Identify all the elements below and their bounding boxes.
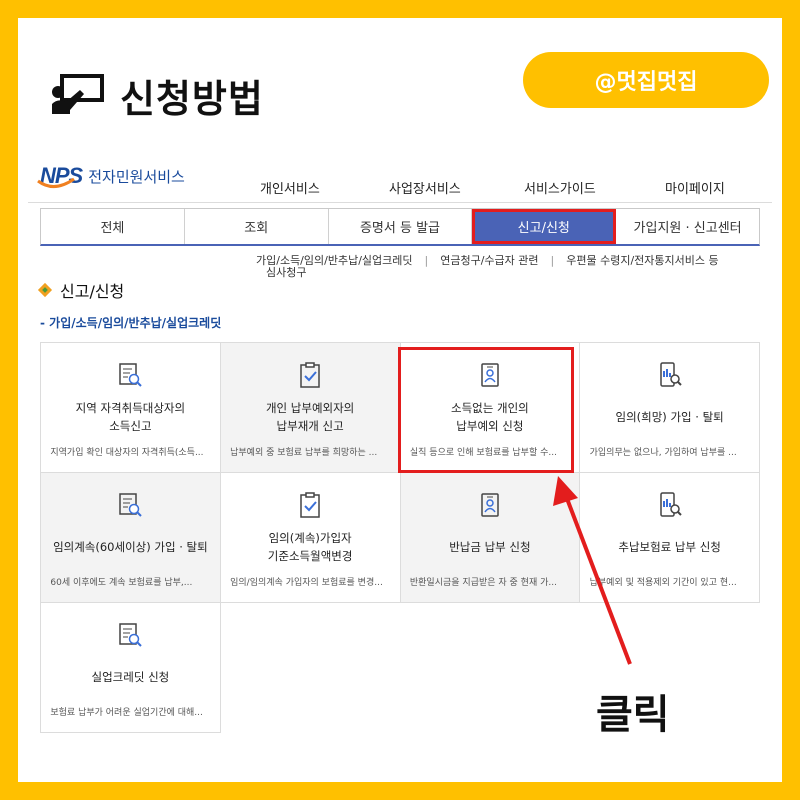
- service-card[interactable]: 소득없는 개인의 납부예외 신청실직 등으로 인해 보험료를 납부할 수...: [400, 343, 581, 473]
- tab-support-center[interactable]: 가입지원 · 신고센터: [616, 209, 759, 244]
- card-title: 반납금 납부 신청: [449, 540, 531, 554]
- card-title: 임의계속(60세이상) 가입 · 탈퇴: [53, 540, 208, 554]
- main-nav: 개인서비스 사업장서비스 서비스가이드 마이페이지: [18, 178, 782, 198]
- subnav-item-pension[interactable]: 연금청구/수급자 관련: [440, 254, 538, 267]
- grid-row: 지역 자격취득대상자의 소득신고 지역가입 확인 대상자의 자격취득(소득... 개…: [41, 343, 760, 473]
- card-description: 지역가입 확인 대상자의 자격취득(소득...: [50, 448, 204, 458]
- tab-lookup[interactable]: 조회: [184, 209, 329, 244]
- tab-bar: 전체 조회 증명서 등 발급 신고/신청 가입지원 · 신고센터: [40, 208, 760, 246]
- card-description: 납부예외 중 보험료 납부를 희망하는 ...: [230, 448, 378, 458]
- card-description: 가입의무는 없으나, 가입하여 납부를 ...: [589, 448, 737, 458]
- divider: [28, 202, 772, 203]
- search-doc-icon: [117, 491, 143, 519]
- mobile-search-icon: [657, 491, 683, 519]
- card-title: 지역 자격취득대상자의 소득신고: [75, 401, 186, 433]
- service-card[interactable]: 개인 납부예외자의 납부재개 신고납부예외 중 보험료 납부를 희망하는 ...: [220, 343, 401, 473]
- empty-cell: [221, 603, 401, 733]
- service-card[interactable]: 실업크레딧 신청보험료 납부가 어려운 실업기간에 대해...: [41, 603, 221, 733]
- grid-row: 임의계속(60세이상) 가입 · 탈퇴 60세 이후에도 계속 보험료를 납부,.…: [41, 473, 760, 603]
- card-description: 60세 이후에도 계속 보험료를 납부,...: [50, 578, 193, 588]
- card-description: 실직 등으로 인해 보험료를 납부할 수...: [409, 448, 557, 458]
- author-handle-badge: @멋집멋집: [523, 52, 769, 108]
- clipboard-check-icon: [297, 491, 323, 519]
- subnav-separator: |: [424, 254, 429, 267]
- presentation-icon: [52, 74, 104, 114]
- sub-nav: 가입/소득/임의/반추납/실업크레딧 | 연금청구/수급자 관련 | 우편물 수령지/전…: [256, 252, 719, 268]
- nav-mypage[interactable]: 마이페이지: [665, 178, 725, 197]
- card-title: 소득없는 개인의 납부예외 신청: [451, 401, 529, 433]
- service-card[interactable]: 임의(계속)가입자 기준소득월액변경임의/임의계속 가입자의 보험료를 변경..…: [220, 473, 401, 603]
- service-card[interactable]: 임의계속(60세이상) 가입 · 탈퇴 60세 이후에도 계속 보험료를 납부,.…: [41, 473, 221, 603]
- nav-business[interactable]: 사업장서비스: [389, 178, 461, 197]
- id-badge-icon: [477, 361, 503, 389]
- frame: 신청방법 @멋집멋집 NPS 전자민원서비스 개인서비스 사업장서비스 서비스가…: [18, 18, 782, 782]
- tab-all[interactable]: 전체: [41, 209, 185, 244]
- service-card[interactable]: 지역 자격취득대상자의 소득신고지역가입 확인 대상자의 자격취득(소득...: [41, 343, 221, 473]
- nav-personal[interactable]: 개인서비스: [260, 178, 320, 197]
- subnav-item-appeal[interactable]: 심사청구: [266, 264, 306, 280]
- card-description: 임의/임의계속 가입자의 보험료를 변경...: [230, 578, 383, 588]
- card-title: 실업크레딧 신청: [91, 670, 170, 684]
- card-description: 반환일시금을 지급받은 자 중 현재 가...: [409, 578, 557, 588]
- service-card[interactable]: 추납보험료 납부 신청납부예외 및 적용제외 기간이 있고 현...: [580, 473, 760, 603]
- card-title: 개인 납부예외자의 납부재개 신고: [265, 401, 355, 433]
- subnav-separator: |: [550, 254, 555, 267]
- mobile-search-icon: [657, 361, 683, 389]
- empty-cell: [401, 603, 581, 733]
- service-grid: 지역 자격취득대상자의 소득신고 지역가입 확인 대상자의 자격취득(소득... 개…: [40, 342, 760, 733]
- service-card[interactable]: 임의(희망) 가입 · 탈퇴가입의무는 없으나, 가입하여 납부를 ...: [580, 343, 760, 473]
- diamond-bullet-icon: [37, 282, 53, 298]
- tab-report-apply[interactable]: 신고/신청: [472, 209, 617, 244]
- subnav-item-mail[interactable]: 우편물 수령지/전자통지서비스 등: [566, 254, 718, 267]
- id-badge-icon: [477, 491, 503, 519]
- click-annotation: 클릭: [596, 692, 670, 738]
- page-title: 신청방법: [120, 77, 264, 121]
- card-description: 납부예외 및 적용제외 기간이 있고 현...: [589, 578, 737, 588]
- section-title: 신고/신청: [37, 278, 125, 302]
- subsection-title: - 가입/소득/임의/반추납/실업크레딧: [40, 316, 222, 330]
- tab-certificate[interactable]: 증명서 등 발급: [328, 209, 473, 244]
- section-title-text: 신고/신청: [60, 282, 125, 301]
- card-description: 보험료 납부가 어려운 실업기간에 대해...: [50, 708, 203, 718]
- card-title: 추납보험료 납부 신청: [618, 540, 721, 554]
- card-title: 임의(계속)가입자 기준소득월액변경: [267, 531, 353, 563]
- search-doc-icon: [117, 621, 143, 649]
- card-title: 임의(희망) 가입 · 탈퇴: [615, 410, 724, 424]
- search-doc-icon: [117, 361, 143, 389]
- service-card[interactable]: 반납금 납부 신청반환일시금을 지급받은 자 중 현재 가...: [400, 473, 581, 603]
- clipboard-check-icon: [297, 361, 323, 389]
- nav-guide[interactable]: 서비스가이드: [524, 178, 596, 197]
